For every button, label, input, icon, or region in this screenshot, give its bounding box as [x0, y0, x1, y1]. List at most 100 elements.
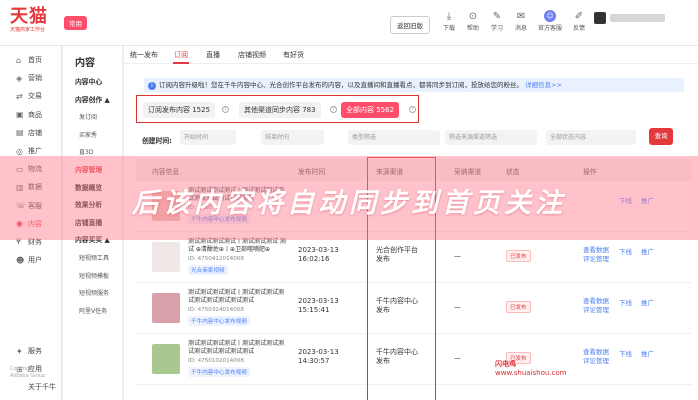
sidebar-item-label: 店铺: [28, 128, 42, 137]
sidebar-item-label: 商品: [28, 110, 42, 119]
sidebar-item[interactable]: 关于千牛: [0, 378, 61, 396]
banner-text: 后该内容将自动同步到首页关注: [132, 188, 566, 219]
video-thumbnail[interactable]: [152, 242, 180, 272]
subnav-item[interactable]: 内容创作 ▲: [63, 92, 122, 110]
sidebar-item[interactable]: ▤ 店铺: [0, 124, 61, 142]
status-badge: 已发布: [506, 301, 531, 313]
content-source-tag: 千牛内容中心发布视频: [188, 367, 250, 377]
sidebar-item-label: 交易: [28, 92, 42, 101]
search-button[interactable]: 查询: [649, 128, 673, 145]
comment-manage-link[interactable]: 评论管理: [583, 255, 609, 264]
view-data-link[interactable]: 查看数据: [583, 297, 609, 306]
sidebar-item[interactable]: ✦ 服务: [0, 342, 61, 360]
content-tabs: 统一发布 订阅 直播 店铺视频 有好货: [124, 46, 698, 64]
sidebar-item[interactable]: ⌂ 首页: [0, 51, 61, 69]
adopt-channel: —: [454, 252, 461, 260]
channel-select[interactable]: 筛选来源渠道筛选: [445, 130, 537, 145]
content-filter-group: 订阅发布内容 1525 ? 其他渠道同步内容 783 ? 全部内容 5562 ?: [136, 95, 419, 123]
toolbar-item[interactable]: ✐ 反馈: [567, 10, 591, 32]
toolbar-item[interactable]: ✎ 学习: [485, 10, 509, 32]
return-old-version-button[interactable]: 返回旧版: [390, 16, 430, 34]
sidebar-item[interactable]: ▣ 商品: [0, 106, 61, 124]
logo-text: 天猫: [10, 6, 48, 27]
promote-link[interactable]: 推广: [641, 246, 654, 256]
offline-link[interactable]: 下线: [619, 348, 632, 358]
toolbar-item-label: 反馈: [572, 25, 585, 32]
promote-link[interactable]: 推广: [641, 297, 654, 307]
subscribe-content-filter[interactable]: 订阅发布内容 1525: [143, 102, 216, 118]
subnav-item[interactable]: 发订阅: [63, 109, 122, 127]
active-tab-underline: [173, 62, 189, 64]
end-time-input[interactable]: 结束时间: [261, 130, 324, 145]
adopt-channel: —: [454, 354, 461, 362]
sidebar-item[interactable]: ⇄ 交易: [0, 87, 61, 105]
toolbar-item[interactable]: ⊙ 帮助: [461, 10, 485, 32]
question-icon[interactable]: ?: [222, 106, 229, 113]
view-data-link[interactable]: 查看数据: [583, 348, 609, 357]
type-select[interactable]: 类型筛选: [348, 130, 440, 145]
publish-time: 15:15:41: [298, 306, 330, 314]
service-icon: ✦: [16, 346, 23, 356]
subnav-item[interactable]: 短视频工具: [63, 250, 122, 268]
toolbar-item-label: 学习: [490, 25, 503, 32]
subnav-item[interactable]: 短视频模板: [63, 268, 122, 286]
tmall-logo[interactable]: 天猫 天猫商家工作台: [10, 7, 58, 34]
subnav-item[interactable]: 阿里V任务: [63, 303, 122, 321]
download-icon: ⤓: [446, 11, 452, 22]
sidebar-item-label: 首页: [28, 56, 42, 65]
publish-time: 14:30:57: [298, 357, 330, 365]
offline-link[interactable]: 下线: [619, 297, 632, 307]
tab-unified-publish[interactable]: 统一发布: [130, 50, 158, 60]
toolbar-item[interactable]: ⤓ 下载: [437, 10, 461, 32]
user-icon: ☻: [16, 255, 25, 265]
sidebar-item-label: 用户: [28, 256, 42, 265]
learn-icon: ✎: [492, 11, 502, 22]
adopt-channel: —: [454, 303, 461, 311]
sidebar-item[interactable]: ☻ 用户: [0, 251, 61, 269]
tab-store-video[interactable]: 店铺视频: [238, 50, 266, 60]
view-data-link[interactable]: 查看数据: [583, 246, 609, 255]
all-content-filter[interactable]: 全部内容 5562: [341, 102, 400, 118]
username-redacted[interactable]: [610, 14, 665, 22]
publish-date: 2023-03-13: [298, 297, 339, 305]
sidebar-item[interactable]: ◈ 营销: [0, 69, 61, 87]
tab-live[interactable]: 直播: [206, 50, 220, 60]
subnav-item[interactable]: 短视频服务: [63, 285, 122, 303]
sidebar-item-label: 营销: [28, 74, 42, 83]
avatar[interactable]: [594, 12, 606, 24]
subnav-item[interactable]: 买家秀: [63, 127, 122, 145]
content-source-tag: 千牛内容中心发布视频: [188, 316, 250, 326]
video-thumbnail[interactable]: [152, 344, 180, 374]
sidebar-item: [0, 269, 61, 287]
promote-link[interactable]: 推广: [641, 348, 654, 358]
status-select[interactable]: 全部状态内容: [546, 130, 636, 145]
comment-manage-link[interactable]: 评论管理: [583, 357, 609, 366]
other-channel-filter[interactable]: 其他渠道同步内容 783: [239, 102, 321, 118]
subnav-item[interactable]: 内容中心: [63, 74, 122, 92]
start-time-input[interactable]: 开始时间: [180, 130, 236, 145]
offline-link[interactable]: 下线: [619, 246, 632, 256]
video-thumbnail[interactable]: [152, 293, 180, 323]
sidebar-item-label: 推广: [28, 147, 42, 156]
promotion-icon: ◎: [16, 146, 23, 156]
upgrade-notice: i 订阅内容升级啦！您在千牛内容中心、光合创作平台发布的内容，以及直播间和直播看点…: [144, 78, 684, 92]
toolbar-item[interactable]: ☺ 官方客服: [533, 10, 567, 32]
top-bar: 天猫 天猫商家工作台 常用 返回旧版 ⤓ 下载 ⊙ 帮助 ✎ 学习 ✉ 消息 ☺ 官方客服 ✐ 反馈: [0, 0, 698, 46]
comment-manage-link[interactable]: 评论管理: [583, 306, 609, 315]
toolbar-item[interactable]: ✉ 消息: [509, 10, 533, 32]
tab-good-items[interactable]: 有好货: [283, 50, 304, 60]
content-source-tag: 光合商家视频: [188, 265, 228, 275]
toolbar-item-label: 消息: [514, 25, 527, 32]
publish-date: 2023-03-13: [298, 348, 339, 356]
tab-subscribe[interactable]: 订阅: [174, 50, 188, 60]
question-icon[interactable]: ?: [409, 106, 416, 113]
watermark: 闪电鸡 www.shuaishou.com: [495, 360, 567, 378]
marketing-icon: ◈: [16, 73, 23, 83]
common-tag[interactable]: 常用: [64, 16, 87, 30]
content-id: ID: 4750102014008: [188, 358, 244, 364]
question-icon[interactable]: ?: [330, 106, 337, 113]
content-id: ID: 4750412014008: [188, 256, 244, 262]
feedback-icon: ✐: [574, 11, 584, 22]
product-icon: ▣: [16, 110, 24, 120]
notice-detail-link[interactable]: 详细信息>>: [525, 81, 562, 89]
